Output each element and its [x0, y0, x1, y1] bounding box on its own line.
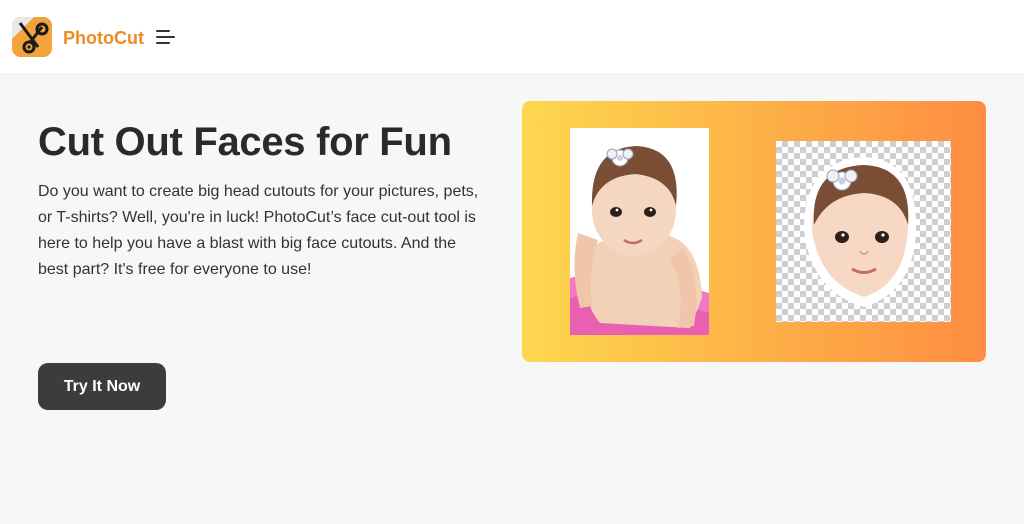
baby-photo-image — [570, 128, 709, 335]
cutout-photo — [776, 141, 951, 322]
top-header: PhotoCut — [0, 0, 1024, 75]
illustration-panel — [522, 101, 986, 362]
menu-line — [156, 36, 175, 38]
hero-description: Do you want to create big head cutouts f… — [38, 183, 479, 278]
try-it-now-button[interactable]: Try It Now — [38, 363, 166, 410]
face-cutout-image — [804, 157, 916, 307]
photocut-logo[interactable] — [12, 17, 52, 57]
brand-name[interactable]: PhotoCut — [63, 28, 144, 49]
menu-line — [156, 30, 170, 32]
original-photo — [570, 128, 709, 335]
menu-line — [156, 42, 170, 44]
hero-title: Cut Out Faces for Fun — [38, 120, 452, 164]
hamburger-menu-icon[interactable] — [155, 27, 177, 47]
scissors-icon — [12, 17, 52, 57]
